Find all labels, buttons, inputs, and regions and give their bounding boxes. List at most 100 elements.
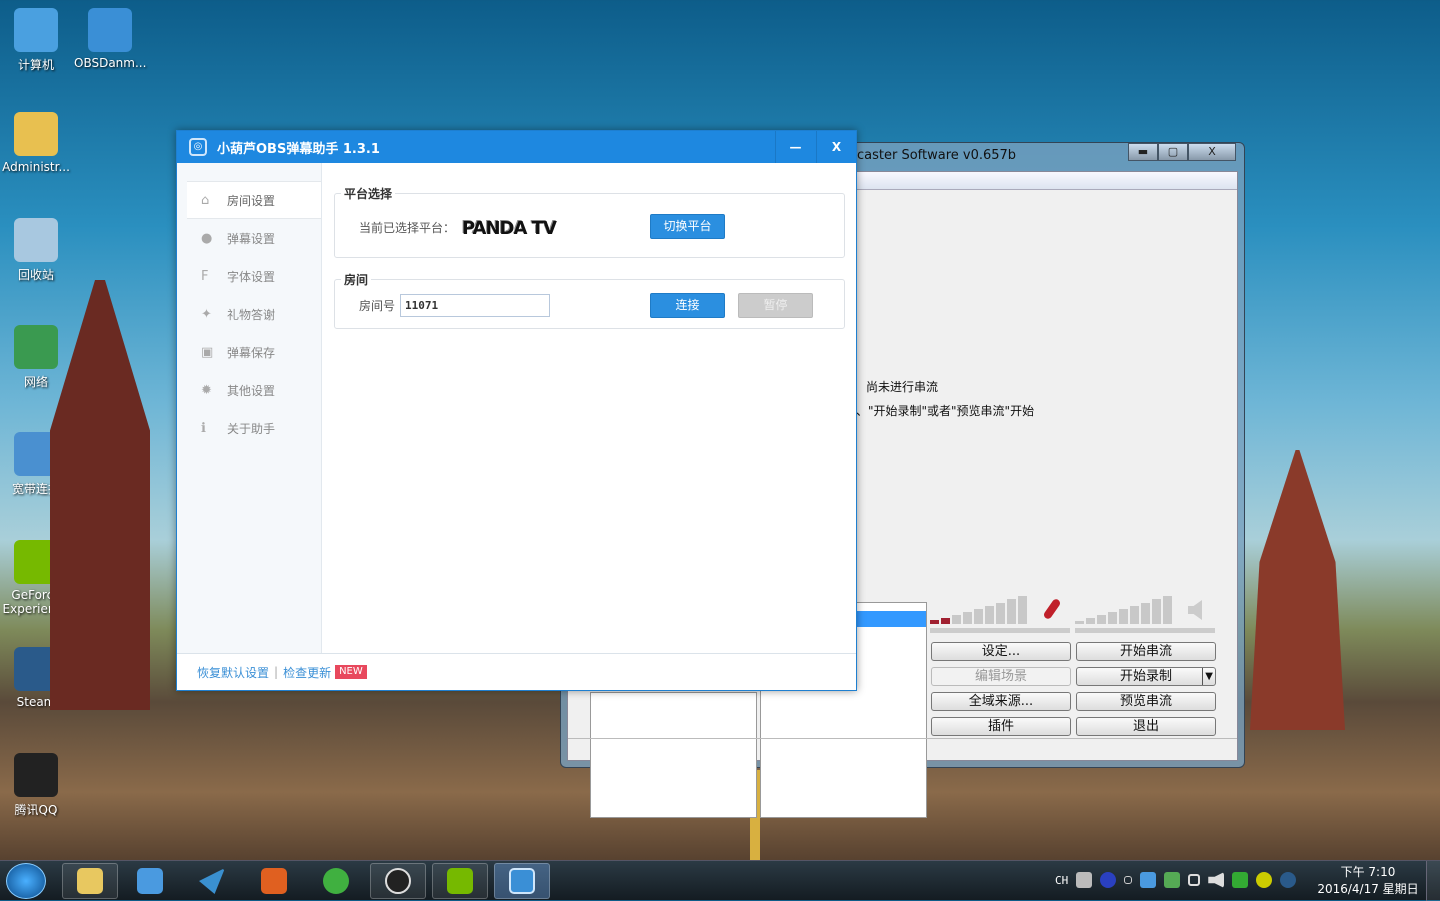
obs-status-line2: 、"开始录制"或者"预览串流"开始: [856, 404, 1035, 418]
taskbar-baidu-cloud[interactable]: [122, 863, 178, 899]
user-folder-icon: [14, 112, 58, 156]
desktop-volume-meter[interactable]: [1075, 596, 1172, 624]
switch-platform-button[interactable]: 切换平台: [650, 214, 725, 239]
room-group: 房间 房间号 连接 暂停: [334, 271, 845, 329]
sidebar-item-label: 关于助手: [227, 421, 276, 436]
taskbar-explorer[interactable]: [62, 863, 118, 899]
network-icon: [14, 325, 58, 369]
speaker-icon[interactable]: [1188, 600, 1202, 620]
sidebar: ⌂ 房间设置 ● 弹幕设置 F 字体设置 ✦ 礼物答谢 ▣ 弹幕保存 ✹ 其他设置 ℹ 关于助手: [177, 163, 322, 653]
sidebar-item-label: 其他设置: [227, 383, 276, 398]
microphone-icon[interactable]: [1042, 597, 1062, 621]
obs-minimize-button[interactable]: ▬: [1128, 143, 1158, 161]
danmu-helper-window: ◎ 小葫芦OBS弹幕助手 1.3.1 — X ⌂ 房间设置 ● 弹幕设置 F 字体设置 ✦ 礼…: [176, 130, 857, 691]
language-indicator[interactable]: CH: [1055, 874, 1068, 887]
start-stream-button[interactable]: 开始串流: [1076, 642, 1216, 661]
check-update-link[interactable]: 检查更新: [283, 664, 331, 681]
obs-title: caster Software v0.657b: [857, 148, 1017, 163]
sidebar-item[interactable]: ● 弹幕设置: [177, 219, 321, 257]
start-record-button[interactable]: 开始录制 ▼: [1076, 667, 1216, 686]
sidebar-item-label: 弹幕设置: [227, 231, 276, 246]
desktop-icon[interactable]: 回收站: [0, 218, 72, 283]
room-legend: 房间: [341, 271, 372, 288]
360-icon[interactable]: [1256, 872, 1273, 888]
save-icon: ▣: [201, 344, 214, 360]
sidebar-item-label: 礼物答谢: [227, 307, 276, 322]
gear-icon: ✹: [201, 382, 212, 398]
home-icon: ⌂: [201, 192, 210, 208]
help-icon[interactable]: [1100, 872, 1117, 888]
room-number-input[interactable]: [400, 294, 550, 317]
keyboard-icon[interactable]: [1076, 872, 1093, 888]
plugins-button[interactable]: 插件: [931, 717, 1071, 736]
taskbar-360-browser[interactable]: [308, 863, 364, 899]
recycle-bin-icon: [14, 218, 58, 262]
danmu-helper-tray-icon[interactable]: [1140, 872, 1157, 888]
title-bar: ◎ 小葫芦OBS弹幕助手 1.3.1 — X: [177, 131, 856, 163]
device-check-icon[interactable]: [1164, 872, 1181, 888]
room-number-label: 房间号: [359, 299, 396, 313]
desktop-icon-label: 腾讯QQ: [14, 803, 58, 817]
start-button[interactable]: [6, 863, 46, 899]
desktop-icon-label: Administr...: [2, 160, 70, 174]
network-tray-icon[interactable]: [1188, 874, 1201, 886]
pause-button[interactable]: 暂停: [738, 293, 813, 318]
desktop-icon[interactable]: 计算机: [0, 8, 72, 73]
sidebar-item[interactable]: ▣ 弹幕保存: [177, 333, 321, 371]
scenery-tower-right: [1250, 450, 1345, 730]
show-desktop-button[interactable]: [1426, 861, 1440, 901]
steam-tray-icon[interactable]: [1280, 872, 1297, 888]
footer-separator: |: [274, 665, 279, 679]
desktop-icon[interactable]: 网络: [0, 325, 72, 390]
desktop-icon[interactable]: Administr...: [0, 112, 72, 174]
connect-button[interactable]: 连接: [650, 293, 725, 318]
sidebar-item[interactable]: ✹ 其他设置: [177, 371, 321, 409]
sidebar-item[interactable]: ⌂ 房间设置: [187, 181, 321, 219]
taskbar-geforce[interactable]: [432, 863, 488, 899]
show-hidden-icons-icon[interactable]: [1124, 876, 1133, 884]
security-shield-icon[interactable]: [1232, 872, 1249, 888]
close-button[interactable]: X: [816, 131, 856, 163]
platform-group: 平台选择 当前已选择平台： PANDA TV 切换平台: [334, 185, 845, 258]
desktop-icon-label: 回收站: [17, 268, 54, 282]
time: 下午 7:10: [1340, 865, 1396, 879]
obsdanmu-icon: [88, 8, 132, 52]
mic-volume-meter[interactable]: [930, 596, 1027, 624]
obs-maximize-button[interactable]: ▢: [1158, 143, 1188, 161]
minimize-button[interactable]: —: [775, 131, 815, 163]
qq-icon: [14, 753, 58, 797]
sidebar-item[interactable]: ℹ 关于助手: [177, 409, 321, 447]
mic-volume-slider[interactable]: [930, 628, 1070, 633]
global-sources-button[interactable]: 全域来源...: [931, 692, 1071, 711]
panda-tv-logo: PANDA TV: [462, 218, 557, 239]
taskbar-pdf[interactable]: [246, 863, 302, 899]
taskbar-obs[interactable]: [370, 863, 426, 899]
platform-legend: 平台选择: [341, 185, 396, 202]
taskbar-danmu-helper[interactable]: [494, 863, 550, 899]
date: 2016/4/17 星期日: [1317, 882, 1419, 896]
desktop-icon[interactable]: OBSDanm...: [74, 8, 146, 70]
gift-icon: ✦: [201, 306, 212, 322]
reset-defaults-link[interactable]: 恢复默认设置: [197, 664, 269, 681]
app-title: 小葫芦OBS弹幕助手 1.3.1: [217, 141, 380, 157]
desktop-icon-label: 计算机: [17, 58, 54, 72]
preview-stream-button[interactable]: 预览串流: [1076, 692, 1216, 711]
clock[interactable]: 下午 7:10 2016/4/17 星期日: [1312, 864, 1424, 898]
dropdown-arrow-icon[interactable]: ▼: [1202, 668, 1213, 685]
desktop-icon[interactable]: 腾讯QQ: [0, 753, 72, 818]
exit-button[interactable]: 退出: [1076, 717, 1216, 736]
volume-icon[interactable]: [1208, 872, 1225, 888]
taskbar-feiq[interactable]: [184, 863, 240, 899]
new-badge: NEW: [335, 665, 367, 679]
sidebar-item[interactable]: ✦ 礼物答谢: [177, 295, 321, 333]
sidebar-item-label: 弹幕保存: [227, 345, 276, 360]
sidebar-item[interactable]: F 字体设置: [177, 257, 321, 295]
obs-close-button[interactable]: X: [1188, 143, 1236, 161]
footer: 恢复默认设置 | 检查更新 NEW: [177, 653, 856, 690]
sidebar-item-label: 字体设置: [227, 269, 276, 284]
app-logo-icon: ◎: [189, 138, 207, 156]
font-icon: F: [201, 268, 209, 284]
desktop-volume-slider[interactable]: [1075, 628, 1215, 633]
obs-settings-button[interactable]: 设定...: [931, 642, 1071, 661]
edit-scene-button[interactable]: 编辑场景: [931, 667, 1071, 686]
